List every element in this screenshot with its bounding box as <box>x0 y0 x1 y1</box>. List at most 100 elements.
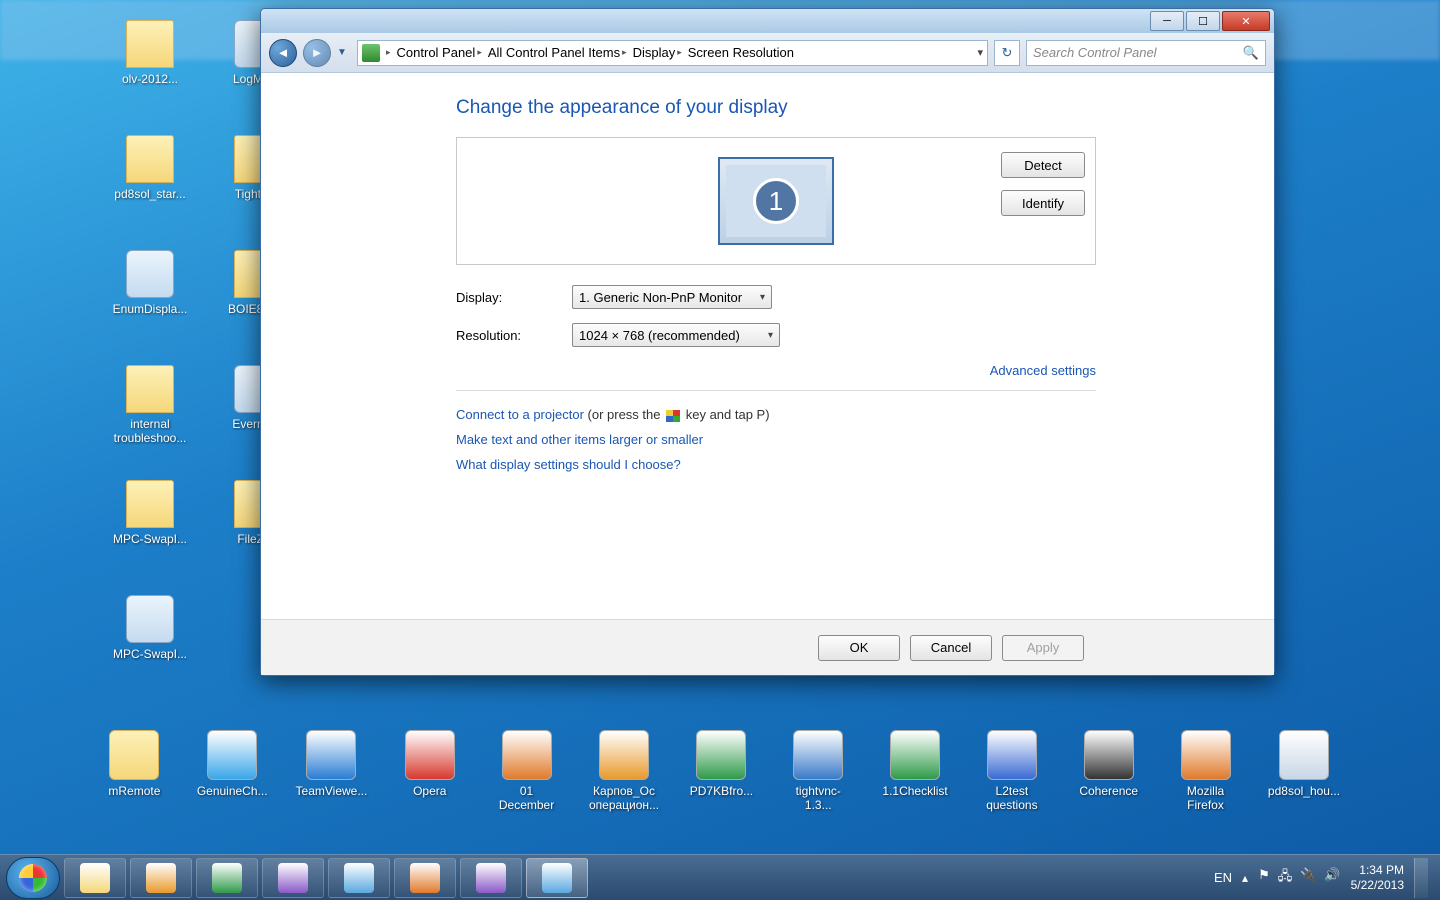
nav-back-button[interactable]: ◄ <box>269 39 297 67</box>
folder-icon <box>126 480 174 528</box>
taskbar-active-window[interactable] <box>526 858 588 898</box>
start-orb-icon <box>19 864 47 892</box>
ok-button[interactable]: OK <box>818 635 900 661</box>
desktop-icon[interactable]: olv-2012... <box>100 20 200 135</box>
connect-projector-link[interactable]: Connect to a projector <box>456 407 584 422</box>
desktop-icon-label: EnumDispla... <box>113 302 188 316</box>
display-fields: Display: 1. Generic Non-PnP Monitor Reso… <box>456 285 1096 347</box>
language-indicator[interactable]: EN <box>1214 870 1232 885</box>
identify-button[interactable]: Identify <box>1001 190 1085 216</box>
app-icon <box>212 863 242 893</box>
monitor-preview-1[interactable]: 1 <box>718 157 834 245</box>
chevron-right-icon: ▸ <box>386 47 391 58</box>
page-heading: Change the appearance of your display <box>456 97 1274 119</box>
chevron-right-icon: ▸ <box>477 47 482 58</box>
help-link[interactable]: What display settings should I choose? <box>456 457 681 472</box>
app-icon <box>405 730 455 780</box>
app-icon <box>109 730 159 780</box>
desktop-icon-label: Opera <box>413 784 446 798</box>
tray-flag-icon[interactable]: ⚑ <box>1258 867 1270 889</box>
taskbar-pinned-app[interactable] <box>130 858 192 898</box>
taskbar-pins <box>64 858 588 898</box>
app-icon <box>502 730 552 780</box>
desktop-icon[interactable]: MPC-SwapI... <box>100 480 200 595</box>
text-size-link[interactable]: Make text and other items larger or smal… <box>456 432 703 447</box>
taskbar-pinned-app[interactable] <box>196 858 258 898</box>
maximize-button[interactable]: ☐ <box>1186 11 1220 31</box>
breadcrumb-item[interactable]: ▸ Control Panel <box>386 45 475 60</box>
cancel-button[interactable]: Cancel <box>910 635 992 661</box>
taskbar-pinned-app[interactable] <box>460 858 522 898</box>
desktop: olv-2012...LogMeI...pd8sol_star...Tight … <box>0 0 1440 900</box>
advanced-settings-link[interactable]: Advanced settings <box>456 363 1096 378</box>
desktop-icon[interactable]: Mozilla Firefox <box>1171 730 1240 812</box>
desktop-icon[interactable]: MPC-SwapI... <box>100 595 200 710</box>
breadcrumb-bar[interactable]: ▸Control Panel▸All Control Panel Items▸D… <box>357 40 988 66</box>
detect-button[interactable]: Detect <box>1001 152 1085 178</box>
desktop-icon[interactable]: GenuineCh... <box>197 730 268 798</box>
desktop-icon[interactable]: pd8sol_hou... <box>1268 730 1340 798</box>
app-icon <box>793 730 843 780</box>
breadcrumb-item[interactable]: ▸All Control Panel Items <box>477 45 620 60</box>
tray-network-icon[interactable]: 🖧 <box>1278 867 1293 889</box>
breadcrumb-label: Control Panel <box>397 45 476 60</box>
app-icon <box>344 863 374 893</box>
desktop-icon[interactable]: L2test questions <box>977 730 1046 812</box>
desktop-icon-label: Карпов_Ос операцион... <box>589 784 659 812</box>
desktop-icon-label: 1.1Checklist <box>882 784 947 798</box>
show-desktop-button[interactable] <box>1414 858 1428 898</box>
desktop-icon[interactable]: 1.1Checklist <box>881 730 950 798</box>
resolution-dropdown[interactable]: 1024 × 768 (recommended) <box>572 323 780 347</box>
desktop-icon-label: pd8sol_hou... <box>1268 784 1340 798</box>
desktop-icon[interactable]: mRemote <box>100 730 169 798</box>
desktop-icon-label: olv-2012... <box>122 72 178 86</box>
desktop-icon-label: GenuineCh... <box>197 784 268 798</box>
app-icon <box>1279 730 1329 780</box>
search-input[interactable]: Search Control Panel 🔍 <box>1026 40 1266 66</box>
desktop-icon-label: L2test questions <box>977 784 1046 812</box>
desktop-icon[interactable]: pd8sol_star... <box>100 135 200 250</box>
resolution-dropdown-value: 1024 × 768 (recommended) <box>579 328 740 343</box>
desktop-icon[interactable]: 01 December <box>492 730 561 812</box>
taskbar-pinned-app[interactable] <box>262 858 324 898</box>
nav-history-dropdown[interactable]: ▼ <box>337 47 351 58</box>
window-content: Change the appearance of your display 1 … <box>261 73 1274 675</box>
tray-chevron-up-icon[interactable]: ▴ <box>1242 871 1248 885</box>
tray-volume-icon[interactable]: 🔊 <box>1324 867 1340 889</box>
desktop-icon[interactable]: Opera <box>395 730 464 798</box>
folder-icon <box>126 595 174 643</box>
desktop-icon[interactable]: PD7KBfro... <box>687 730 756 798</box>
display-dropdown[interactable]: 1. Generic Non-PnP Monitor <box>572 285 772 309</box>
breadcrumb-item[interactable]: ▸Screen Resolution <box>677 45 794 60</box>
minimize-button[interactable]: ─ <box>1150 11 1184 31</box>
desktop-icon[interactable]: Карпов_Ос операцион... <box>589 730 659 812</box>
taskbar-clock[interactable]: 1:34 PM 5/22/2013 <box>1351 863 1404 892</box>
app-icon <box>80 863 110 893</box>
taskbar-pinned-app[interactable] <box>64 858 126 898</box>
desktop-icon-label: internal troubleshoo... <box>102 417 198 445</box>
desktop-icon-label: PD7KBfro... <box>690 784 753 798</box>
taskbar-pinned-app[interactable] <box>394 858 456 898</box>
desktop-icon[interactable]: TeamViewe... <box>296 730 368 798</box>
close-button[interactable]: ✕ <box>1222 11 1270 31</box>
monitor-number-badge: 1 <box>753 178 799 224</box>
desktop-icon[interactable]: EnumDispla... <box>100 250 200 365</box>
nav-forward-button[interactable]: ► <box>303 39 331 67</box>
refresh-button[interactable]: ↻ <box>994 40 1020 66</box>
start-button[interactable] <box>6 857 60 899</box>
address-bar: ◄ ► ▼ ▸Control Panel▸All Control Panel I… <box>261 33 1274 73</box>
desktop-icon[interactable]: tightvnc-1.3... <box>784 730 853 812</box>
breadcrumb-end-chevron[interactable]: ▾ <box>977 46 983 59</box>
desktop-icon[interactable]: internal troubleshoo... <box>100 365 200 480</box>
taskbar-pinned-app[interactable] <box>328 858 390 898</box>
desktop-icon[interactable]: Coherence <box>1074 730 1143 798</box>
app-icon <box>410 863 440 893</box>
tray-power-icon[interactable]: 🔌 <box>1300 867 1316 889</box>
windows-key-icon <box>666 410 680 422</box>
window-titlebar[interactable]: ─ ☐ ✕ <box>261 9 1274 33</box>
app-icon <box>1084 730 1134 780</box>
display-preview-box: 1 Detect Identify <box>456 137 1096 265</box>
display-label: Display: <box>456 290 572 305</box>
breadcrumb-item[interactable]: ▸Display <box>622 45 675 60</box>
screen-resolution-window: ─ ☐ ✕ ◄ ► ▼ ▸Control Panel▸All Control P… <box>260 8 1275 676</box>
